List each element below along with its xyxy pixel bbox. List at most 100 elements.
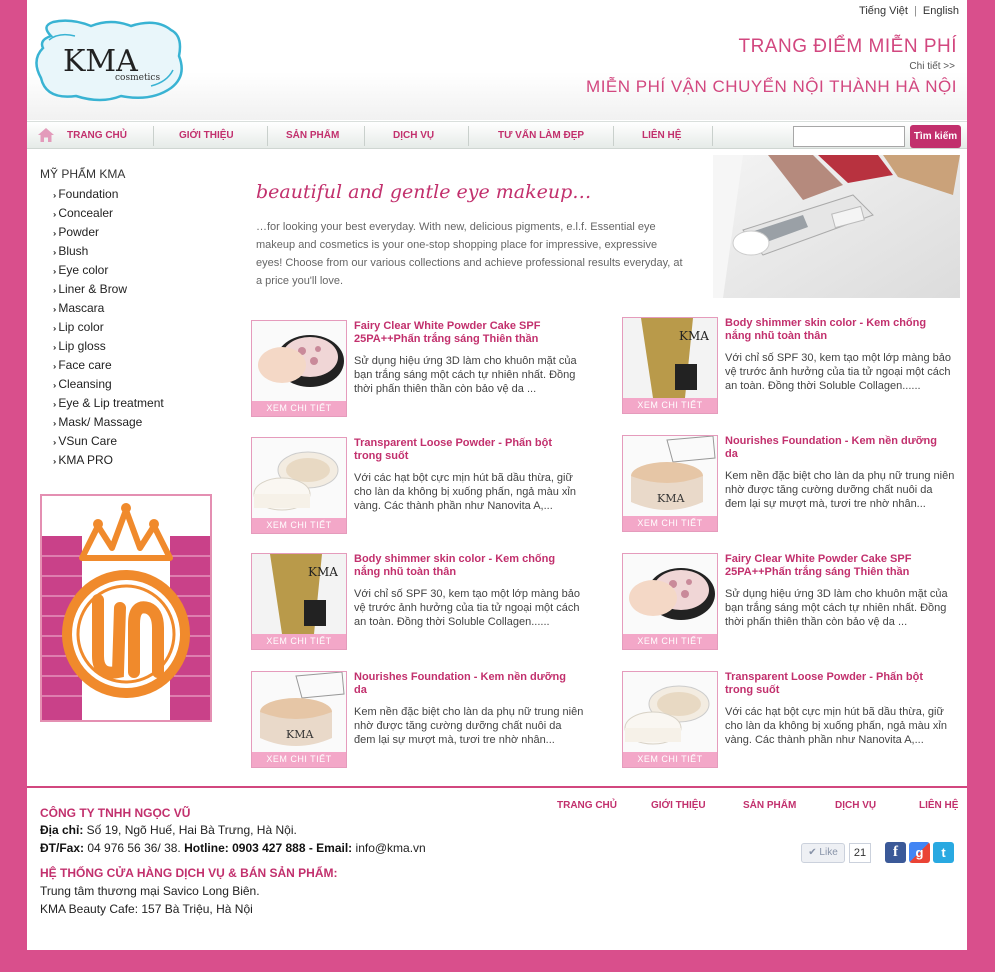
category-item-lip-color[interactable]: ›› Lip color [53,318,220,337]
product-title[interactable]: Transparent Loose Powder - Phấn bột tron… [725,671,950,697]
nav-divider [364,126,365,146]
loose-powder-image [253,451,339,511]
category-item-blush[interactable]: ›› Blush [53,242,220,261]
product-thumbnail[interactable]: KMA XEM CHI TIẾT [251,553,347,650]
view-detail-button[interactable]: XEM CHI TIẾT [252,634,346,649]
category-item-face-care[interactable]: ›› Face care [53,356,220,375]
view-detail-button[interactable]: XEM CHI TIẾT [252,518,346,533]
product-title[interactable]: Body shimmer skin color - Kem chống nắng… [725,317,950,343]
category-item-liner-brow[interactable]: ›› Liner & Brow [53,280,220,299]
product-thumbnail[interactable]: XEM CHI TIẾT [251,320,347,417]
main-nav: TRANG CHỦ GIỚI THIỆU SẢN PHẨM DỊCH VỤ TƯ… [27,121,967,149]
category-item-eye-color[interactable]: ›› Eye color [53,261,220,280]
category-item-eye-lip-treatment[interactable]: ›› Eye & Lip treatment [53,394,220,413]
search-input[interactable] [793,126,905,147]
sidebar-title: MỸ PHẨM KMA [40,167,126,181]
hotline: Hotline: 0903 427 888 [180,841,306,855]
foundation-jar-image: KMA [631,436,716,510]
nav-item-home[interactable]: TRANG CHỦ [67,130,127,141]
promo-detail-link[interactable]: Chi tiết >> [909,61,955,72]
view-detail-button[interactable]: XEM CHI TIẾT [623,752,717,767]
product-card: KMA XEM CHI TIẾT Nourishes Foundation - … [622,435,962,535]
category-item-kma-pro[interactable]: ›› KMA PRO [53,451,220,470]
product-thumbnail[interactable]: KMA XEM CHI TIẾT [251,671,347,768]
twitter-icon[interactable]: t [933,842,954,863]
category-label: Foundation [58,187,119,201]
category-item-cleansing[interactable]: ›› Cleansing [53,375,220,394]
email-link[interactable]: info@kma.vn [352,841,426,855]
double-chevron-icon: ›› [53,381,57,390]
header: Tiếng Việt | English KMA cosmetics TRANG… [27,0,967,120]
double-chevron-icon: ›› [53,191,57,200]
product-thumbnail[interactable]: KMA XEM CHI TIẾT [622,435,718,532]
svg-text:KMA: KMA [679,329,709,343]
view-detail-button[interactable]: XEM CHI TIẾT [252,401,346,416]
category-label: Powder [58,225,100,239]
hero-title: beautiful and gentle eye makeup… [256,181,592,203]
facebook-icon[interactable]: f [885,842,906,863]
category-item-concealer[interactable]: ›› Concealer [53,204,220,223]
product-title[interactable]: Transparent Loose Powder - Phấn bột tron… [354,437,579,463]
nav-item-about[interactable]: GIỚI THIỆU [179,130,234,141]
category-item-powder[interactable]: ›› Powder [53,223,220,242]
footer-nav-products[interactable]: SẢN PHẨM [743,800,796,811]
nav-item-services[interactable]: DỊCH VỤ [393,130,434,141]
double-chevron-icon: ›› [53,343,57,352]
product-card: XEM CHI TIẾT Transparent Loose Powder - … [622,671,962,771]
shimmer-tube-image: KMA [252,554,346,634]
category-item-foundation[interactable]: ›› Foundation [53,185,220,204]
nav-item-beauty-advice[interactable]: TƯ VẤN LÀM ĐẸP [498,130,584,141]
product-thumbnail[interactable]: KMA XEM CHI TIẾT [622,317,718,414]
company-address: Địa chỉ: Số 19, Ngõ Huế, Hai Bà Trưng, H… [40,823,297,837]
category-label: Concealer [58,206,114,220]
footer-nav-home[interactable]: TRANG CHỦ [557,800,617,811]
product-title[interactable]: Nourishes Foundation - Kem nền dưỡng da [354,671,579,697]
product-thumbnail[interactable]: XEM CHI TIẾT [622,553,718,650]
category-label: Lip color [58,320,104,334]
product-title[interactable]: Body shimmer skin color - Kem chống nắng… [354,553,579,579]
foundation-jar-image: KMA [260,672,345,746]
nav-item-products[interactable]: SẢN PHẨM [286,130,339,141]
product-description: Sử dụng hiệu ứng 3D làm cho khuôn mặt củ… [725,588,948,628]
nav-divider [153,126,154,146]
product-thumbnail[interactable]: XEM CHI TIẾT [251,437,347,534]
category-item-mask-massage[interactable]: ›› Mask/ Massage [53,413,220,432]
product-thumbnail[interactable]: XEM CHI TIẾT [622,671,718,768]
product-description: Với chỉ số SPF 30, kem tạo một lớp màng … [725,352,951,392]
category-item-lip-gloss[interactable]: ›› Lip gloss [53,337,220,356]
google-icon[interactable]: g [909,842,930,863]
lang-en-link[interactable]: English [923,5,959,17]
phone-value: 04 976 56 36/ 38. [84,841,181,855]
view-detail-button[interactable]: XEM CHI TIẾT [623,634,717,649]
view-detail-button[interactable]: XEM CHI TIẾT [623,398,717,413]
product-title[interactable]: Fairy Clear White Powder Cake SPF 25PA++… [354,320,579,346]
footer-nav-services[interactable]: DỊCH VỤ [835,800,876,811]
double-chevron-icon: ›› [53,324,57,333]
footer-nav-contact[interactable]: LIÊN HỆ [919,800,958,811]
home-icon[interactable] [37,127,55,143]
company-name: CÔNG TY TNHH NGỌC VŨ [40,806,191,820]
category-item-vsun-care[interactable]: ›› VSun Care [53,432,220,451]
page: Tiếng Việt | English KMA cosmetics TRANG… [27,0,967,950]
category-item-mascara[interactable]: ›› Mascara [53,299,220,318]
logo-sub-text: cosmetics [115,73,160,83]
double-chevron-icon: ›› [53,400,57,409]
facebook-like-button[interactable]: ✔ Like [801,843,845,863]
category-label: Face care [58,358,112,372]
hero-banner[interactable]: beautiful and gentle eye makeup… …for lo… [250,155,960,298]
nav-item-contact[interactable]: LIÊN HỆ [642,130,681,141]
category-label: KMA PRO [58,453,114,467]
vn-crown-banner[interactable] [40,494,212,722]
category-list: ›› Foundation ›› Concealer ›› Powder ›› Blus… [53,185,220,470]
product-title[interactable]: Nourishes Foundation - Kem nền dưỡng da [725,435,950,461]
language-switcher: Tiếng Việt | English [859,5,959,17]
view-detail-button[interactable]: XEM CHI TIẾT [252,752,346,767]
product-title[interactable]: Fairy Clear White Powder Cake SPF 25PA++… [725,553,950,579]
product-card: KMA XEM CHI TIẾT Body shimmer skin color… [622,317,962,417]
lang-vi-link[interactable]: Tiếng Việt [859,5,908,17]
kma-logo[interactable]: KMA cosmetics [31,16,189,104]
view-detail-button[interactable]: XEM CHI TIẾT [623,516,717,531]
search-button[interactable]: Tìm kiếm [910,125,961,148]
footer-nav-about[interactable]: GIỚI THIỆU [651,800,706,811]
hero-text: …for looking your best everyday. With ne… [256,221,683,287]
